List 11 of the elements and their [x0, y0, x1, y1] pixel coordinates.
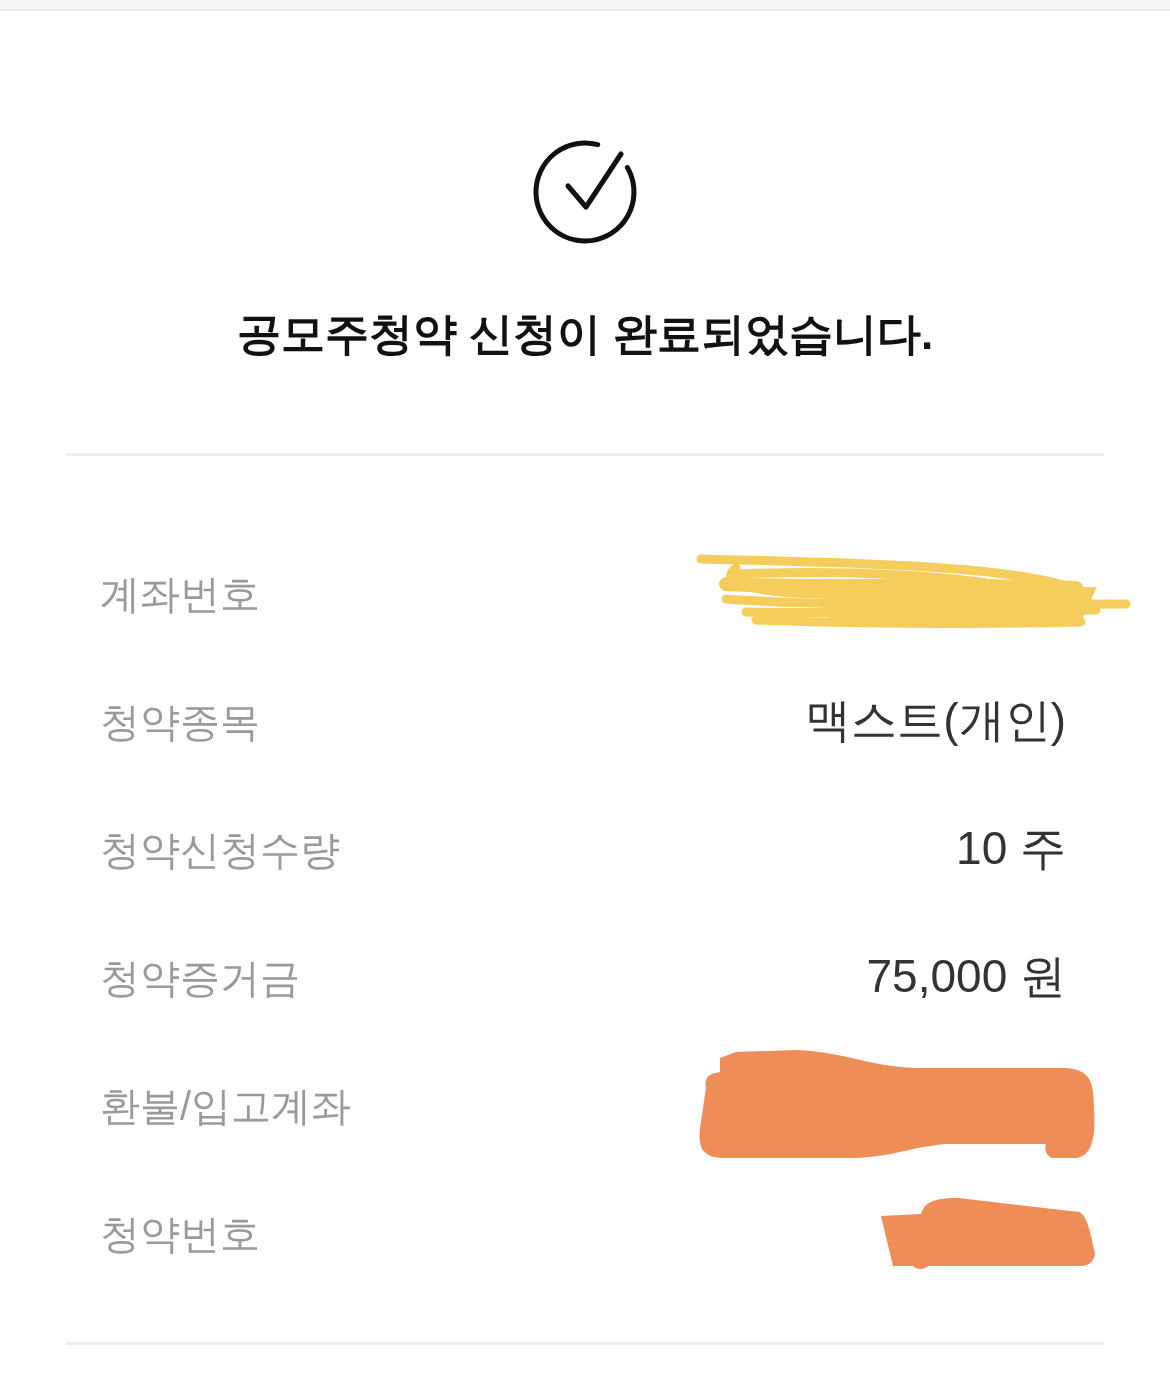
- detail-label: 청약번호: [100, 1211, 260, 1258]
- check-circle-icon: [531, 138, 639, 246]
- detail-label: 계좌번호: [100, 571, 260, 618]
- detail-value: 맥스트(개인): [805, 693, 1066, 748]
- detail-label: 청약신청수량: [100, 827, 340, 874]
- detail-label: 환불/입고계좌: [100, 1083, 352, 1130]
- detail-value: 10 주: [956, 821, 1066, 876]
- detail-value: 75,000 원: [866, 949, 1066, 1004]
- completion-title: 공모주청약 신청이 완료되었습니다.: [236, 308, 934, 360]
- detail-label: 청약증거금: [100, 955, 300, 1002]
- detail-label: 청약종목: [100, 699, 260, 746]
